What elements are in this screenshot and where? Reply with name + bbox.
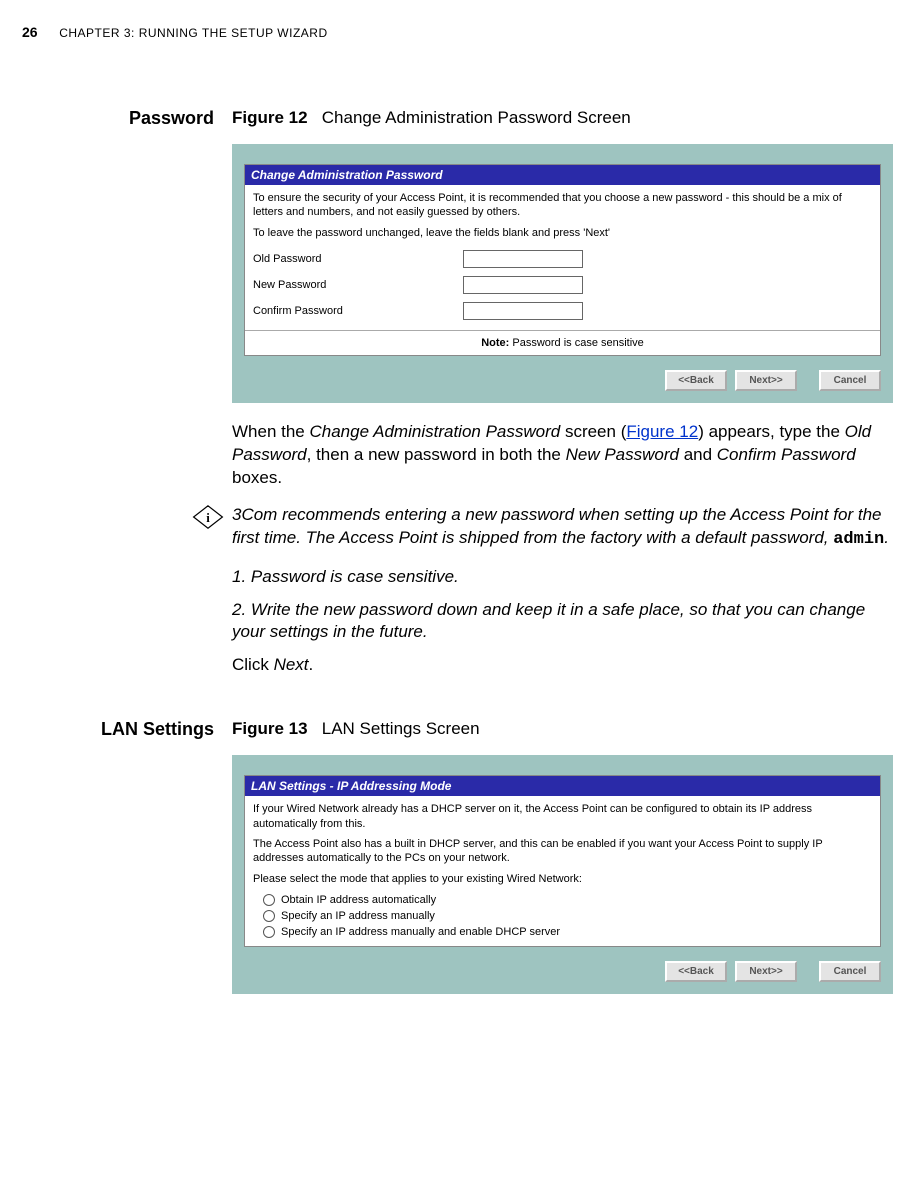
figure-label: Figure 12 [232,108,308,127]
list-item-1: 1. Password is case sensitive. [232,566,893,589]
paragraph: When the Change Administration Password … [232,421,893,490]
next-button[interactable]: Next>> [735,370,797,391]
panel-title: LAN Settings - IP Addressing Mode [245,776,880,796]
input-old-password[interactable] [463,250,583,268]
field-row-old-password: Old Password [253,246,872,272]
radio-icon [263,894,275,906]
panel-text: Please select the mode that applies to y… [253,872,872,886]
cancel-button[interactable]: Cancel [819,961,881,982]
section-heading-lan-settings: LAN Settings [22,719,232,740]
wizard-button-bar: <<Back Next>> Cancel [244,370,881,391]
chapter-title: CHAPTER 3: RUNNING THE SETUP WIZARD [59,26,327,40]
radio-option-obtain-auto[interactable]: Obtain IP address automatically [253,892,872,908]
field-row-new-password: New Password [253,272,872,298]
panel-text: To leave the password unchanged, leave t… [253,226,872,240]
next-button[interactable]: Next>> [735,961,797,982]
input-confirm-password[interactable] [463,302,583,320]
cancel-button[interactable]: Cancel [819,370,881,391]
screenshot-lan-settings: LAN Settings - IP Addressing Mode If you… [232,755,893,993]
label-confirm-password: Confirm Password [253,305,463,317]
back-button[interactable]: <<Back [665,370,727,391]
figure-12-link[interactable]: Figure 12 [626,422,698,441]
label-new-password: New Password [253,279,463,291]
panel-text: If your Wired Network already has a DHCP… [253,802,872,831]
list-item-2: 2. Write the new password down and keep … [232,599,893,645]
panel-lan-settings: LAN Settings - IP Addressing Mode If you… [244,775,881,946]
section-heading-password: Password [22,108,232,129]
radio-label: Specify an IP address manually and enabl… [281,926,560,938]
radio-option-specify-manual-dhcp[interactable]: Specify an IP address manually and enabl… [253,924,872,940]
label-old-password: Old Password [253,253,463,265]
info-icon: i [192,504,224,535]
figure-label: Figure 13 [232,719,308,738]
panel-change-password: Change Administration Password To ensure… [244,164,881,356]
panel-note: Note: Password is case sensitive [245,330,880,355]
panel-text: To ensure the security of your Access Po… [253,191,872,220]
figure-12-caption: Figure 12 Change Administration Password… [232,108,893,128]
page-header: 26 CHAPTER 3: RUNNING THE SETUP WIZARD [22,24,893,40]
figure-title: Change Administration Password Screen [322,108,631,127]
input-new-password[interactable] [463,276,583,294]
note-label: Note: [481,337,509,349]
info-text: 3Com recommends entering a new password … [232,504,893,552]
radio-icon [263,926,275,938]
figure-title: LAN Settings Screen [322,719,480,738]
page-number: 26 [22,24,38,40]
radio-label: Specify an IP address manually [281,910,435,922]
radio-icon [263,910,275,922]
field-row-confirm-password: Confirm Password [253,298,872,324]
info-note: i 3Com recommends entering a new passwor… [232,504,893,552]
wizard-button-bar: <<Back Next>> Cancel [244,961,881,982]
screenshot-change-password: Change Administration Password To ensure… [232,144,893,403]
panel-title: Change Administration Password [245,165,880,185]
radio-option-specify-manual[interactable]: Specify an IP address manually [253,908,872,924]
code-admin: admin [833,530,884,549]
note-text: Password is case sensitive [512,337,643,349]
radio-label: Obtain IP address automatically [281,894,436,906]
figure-13-caption: Figure 13 LAN Settings Screen [232,719,893,739]
svg-text:i: i [206,511,210,525]
panel-text: The Access Point also has a built in DHC… [253,837,872,866]
paragraph: Click Next. [232,654,893,677]
back-button[interactable]: <<Back [665,961,727,982]
